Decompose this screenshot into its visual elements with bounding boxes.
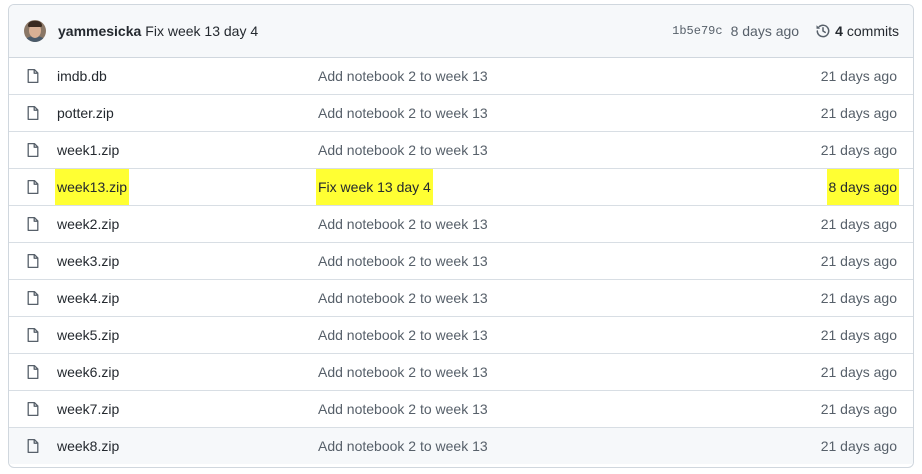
file-commit-message-link[interactable]: Add notebook 2 to week 13 — [318, 58, 488, 94]
file-icon — [25, 401, 41, 417]
history-icon — [816, 24, 830, 38]
file-name-link[interactable]: potter.zip — [57, 95, 114, 131]
file-icon — [25, 290, 41, 306]
file-name-link[interactable]: imdb.db — [57, 58, 107, 94]
file-row[interactable]: week5.zip Add notebook 2 to week 13 21 day… — [9, 316, 913, 353]
file-commit-message-link[interactable]: Add notebook 2 to week 13 — [318, 95, 488, 131]
file-commit-message-link[interactable]: Add notebook 2 to week 13 — [318, 354, 488, 390]
file-commit-age: 21 days ago — [820, 68, 897, 84]
file-commit-age: 21 days ago — [820, 142, 897, 158]
latest-commit-bar: yammesicka Fix week 13 day 4 1b5e79c 8 d… — [9, 5, 913, 58]
file-commit-age: 21 days ago — [820, 401, 897, 417]
commit-message-link[interactable]: Fix week 13 day 4 — [145, 23, 258, 39]
commit-count: 4 — [835, 23, 843, 39]
file-row[interactable]: potter.zip Add notebook 2 to week 13 21 da… — [9, 94, 913, 131]
file-commit-age: 21 days ago — [820, 216, 897, 232]
file-commit-age: 8 days ago — [826, 169, 899, 205]
file-commit-message-link[interactable]: Add notebook 2 to week 13 — [318, 391, 488, 427]
avatar[interactable] — [24, 20, 46, 42]
file-commit-age: 21 days ago — [820, 290, 897, 306]
commits-link[interactable]: 4 commits — [815, 23, 899, 39]
file-icon — [25, 327, 41, 343]
file-name-link[interactable]: week7.zip — [57, 391, 119, 427]
file-row[interactable]: week7.zip Add notebook 2 to week 13 21 day… — [9, 390, 913, 427]
file-icon — [25, 179, 41, 195]
file-commit-message-link[interactable]: Add notebook 2 to week 13 — [318, 317, 488, 353]
file-name-link[interactable]: week3.zip — [57, 243, 119, 279]
file-name-link[interactable]: week1.zip — [57, 132, 119, 168]
file-row[interactable]: week2.zip Add notebook 2 to week 13 21 day… — [9, 205, 913, 242]
file-commit-age: 21 days ago — [820, 364, 897, 380]
file-icon — [25, 364, 41, 380]
file-row[interactable]: week13.zip Fix week 13 day 4 8 days ago — [9, 168, 913, 205]
file-commit-age: 21 days ago — [820, 327, 897, 343]
commit-time: 8 days ago — [730, 23, 800, 39]
file-row[interactable]: week4.zip Add notebook 2 to week 13 21 day… — [9, 279, 913, 316]
file-name-link[interactable]: week13.zip — [55, 169, 130, 205]
file-row[interactable]: week3.zip Add notebook 2 to week 13 21 day… — [9, 242, 913, 279]
file-browser: yammesicka Fix week 13 day 4 1b5e79c 8 d… — [8, 4, 914, 468]
file-name-link[interactable]: week8.zip — [57, 428, 119, 464]
file-icon — [25, 216, 41, 232]
file-icon — [25, 438, 41, 454]
file-row[interactable]: week8.zip Add notebook 2 to week 13 21 day… — [9, 427, 913, 464]
file-commit-message-link[interactable]: Add notebook 2 to week 13 — [318, 243, 488, 279]
commit-author-link[interactable]: yammesicka — [58, 23, 141, 39]
file-name-link[interactable]: week6.zip — [57, 354, 119, 390]
file-row[interactable]: week6.zip Add notebook 2 to week 13 21 day… — [9, 353, 913, 390]
file-commit-age: 21 days ago — [820, 105, 897, 121]
file-name-link[interactable]: week4.zip — [57, 280, 119, 316]
file-name-link[interactable]: week5.zip — [57, 317, 119, 353]
file-name-link[interactable]: week2.zip — [57, 206, 119, 242]
commits-label: commits — [846, 23, 899, 39]
commit-sha-link[interactable]: 1b5e79c — [672, 24, 722, 38]
file-commit-message-link[interactable]: Fix week 13 day 4 — [316, 169, 433, 205]
file-commit-message-link[interactable]: Add notebook 2 to week 13 — [318, 132, 488, 168]
file-icon — [25, 68, 41, 84]
file-icon — [25, 105, 41, 121]
file-row[interactable]: week1.zip Add notebook 2 to week 13 21 day… — [9, 131, 913, 168]
file-commit-message-link[interactable]: Add notebook 2 to week 13 — [318, 428, 488, 464]
file-commit-message-link[interactable]: Add notebook 2 to week 13 — [318, 280, 488, 316]
file-commit-message-link[interactable]: Add notebook 2 to week 13 — [318, 206, 488, 242]
file-list: imdb.db Add notebook 2 to week 13 21 days … — [9, 58, 913, 464]
file-row[interactable]: imdb.db Add notebook 2 to week 13 21 days … — [9, 58, 913, 94]
file-icon — [25, 253, 41, 269]
file-commit-age: 21 days ago — [820, 253, 897, 269]
file-commit-age: 21 days ago — [820, 438, 897, 454]
file-icon — [25, 142, 41, 158]
